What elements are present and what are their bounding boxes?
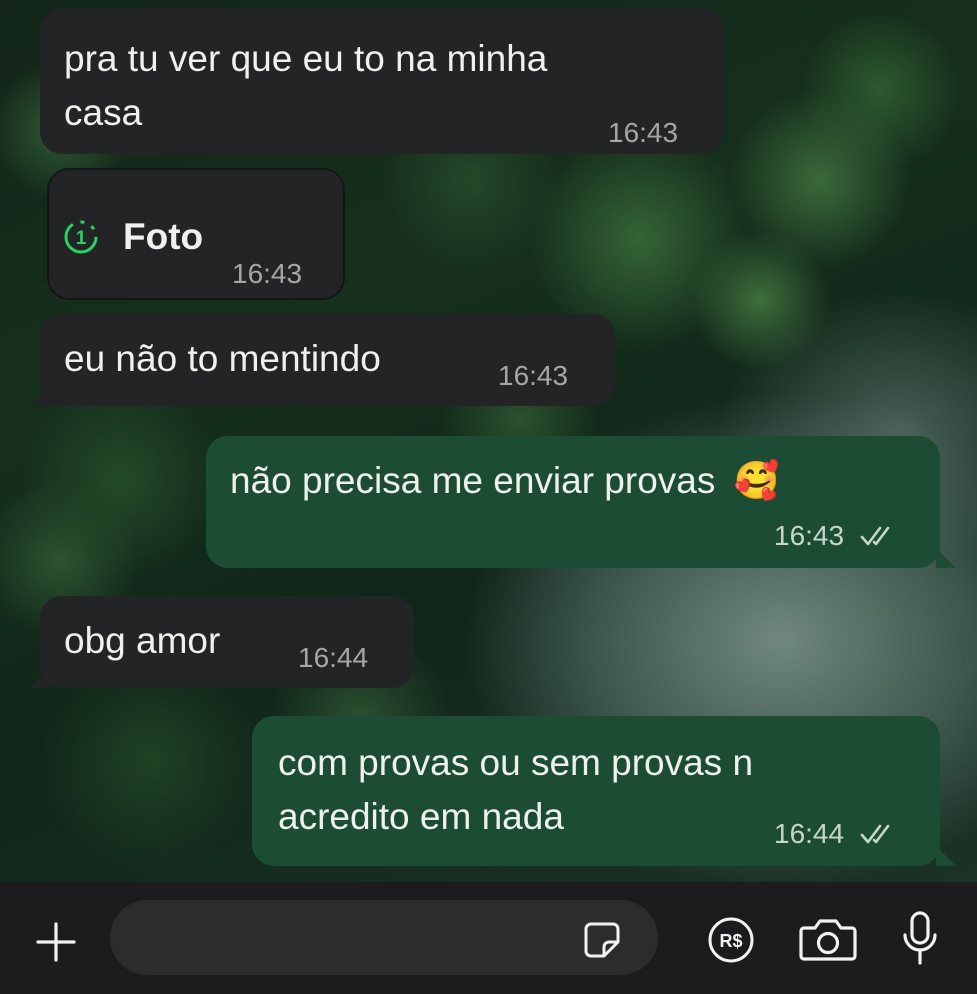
plus-icon[interactable] bbox=[34, 920, 78, 964]
message-text-content: não precisa me enviar provas bbox=[230, 460, 716, 501]
message-text: casa bbox=[64, 92, 143, 133]
message-input[interactable] bbox=[110, 900, 658, 975]
view-once-badge: 1 bbox=[76, 228, 87, 249]
message-time: 16:43 bbox=[232, 258, 303, 289]
view-once-icon: 1 bbox=[62, 218, 100, 256]
message-time: 16:43 bbox=[498, 360, 569, 391]
message-time: 16:44 bbox=[298, 642, 369, 673]
emoji: 🥰 bbox=[733, 460, 780, 501]
message-text: com provas ou sem provas n bbox=[278, 742, 754, 783]
message-time-status: 16:43 bbox=[774, 520, 896, 554]
sticker-icon[interactable] bbox=[582, 920, 622, 960]
message-time-status: 16:44 bbox=[774, 818, 896, 852]
message-text: acredito em nada bbox=[278, 796, 564, 837]
payment-label: R$ bbox=[719, 931, 742, 951]
message-bubble-incoming[interactable]: obg amor 16:44 bbox=[40, 596, 414, 688]
message-time: 16:43 bbox=[774, 520, 845, 551]
payment-icon[interactable]: R$ bbox=[706, 915, 756, 965]
message-bubble-incoming[interactable]: eu não to mentindo 16:43 bbox=[40, 314, 615, 406]
message-text: não precisa me enviar provas 🥰 bbox=[230, 456, 780, 506]
double-check-icon bbox=[860, 522, 896, 554]
camera-icon[interactable] bbox=[798, 916, 858, 962]
message-time: 16:44 bbox=[774, 818, 845, 849]
photo-label: Foto bbox=[123, 216, 204, 257]
view-once-photo-bubble[interactable]: 1 Foto 16:43 bbox=[47, 168, 345, 300]
message-bubble-outgoing[interactable]: não precisa me enviar provas 🥰 16:43 bbox=[206, 436, 940, 568]
message-bubble-outgoing[interactable]: com provas ou sem provas n acredito em n… bbox=[252, 716, 940, 866]
composer-bar: R$ bbox=[0, 882, 977, 994]
message-text: obg amor bbox=[64, 620, 221, 661]
chat-screen: pra tu ver que eu to na minha casa 16:43… bbox=[0, 0, 977, 994]
message-time: 16:43 bbox=[608, 117, 679, 148]
message-text: pra tu ver que eu to na minha bbox=[64, 38, 548, 79]
microphone-icon[interactable] bbox=[900, 910, 940, 968]
message-text: eu não to mentindo bbox=[64, 338, 381, 379]
message-bubble-incoming[interactable]: pra tu ver que eu to na minha casa 16:43 bbox=[40, 8, 724, 154]
double-check-icon bbox=[860, 820, 896, 852]
